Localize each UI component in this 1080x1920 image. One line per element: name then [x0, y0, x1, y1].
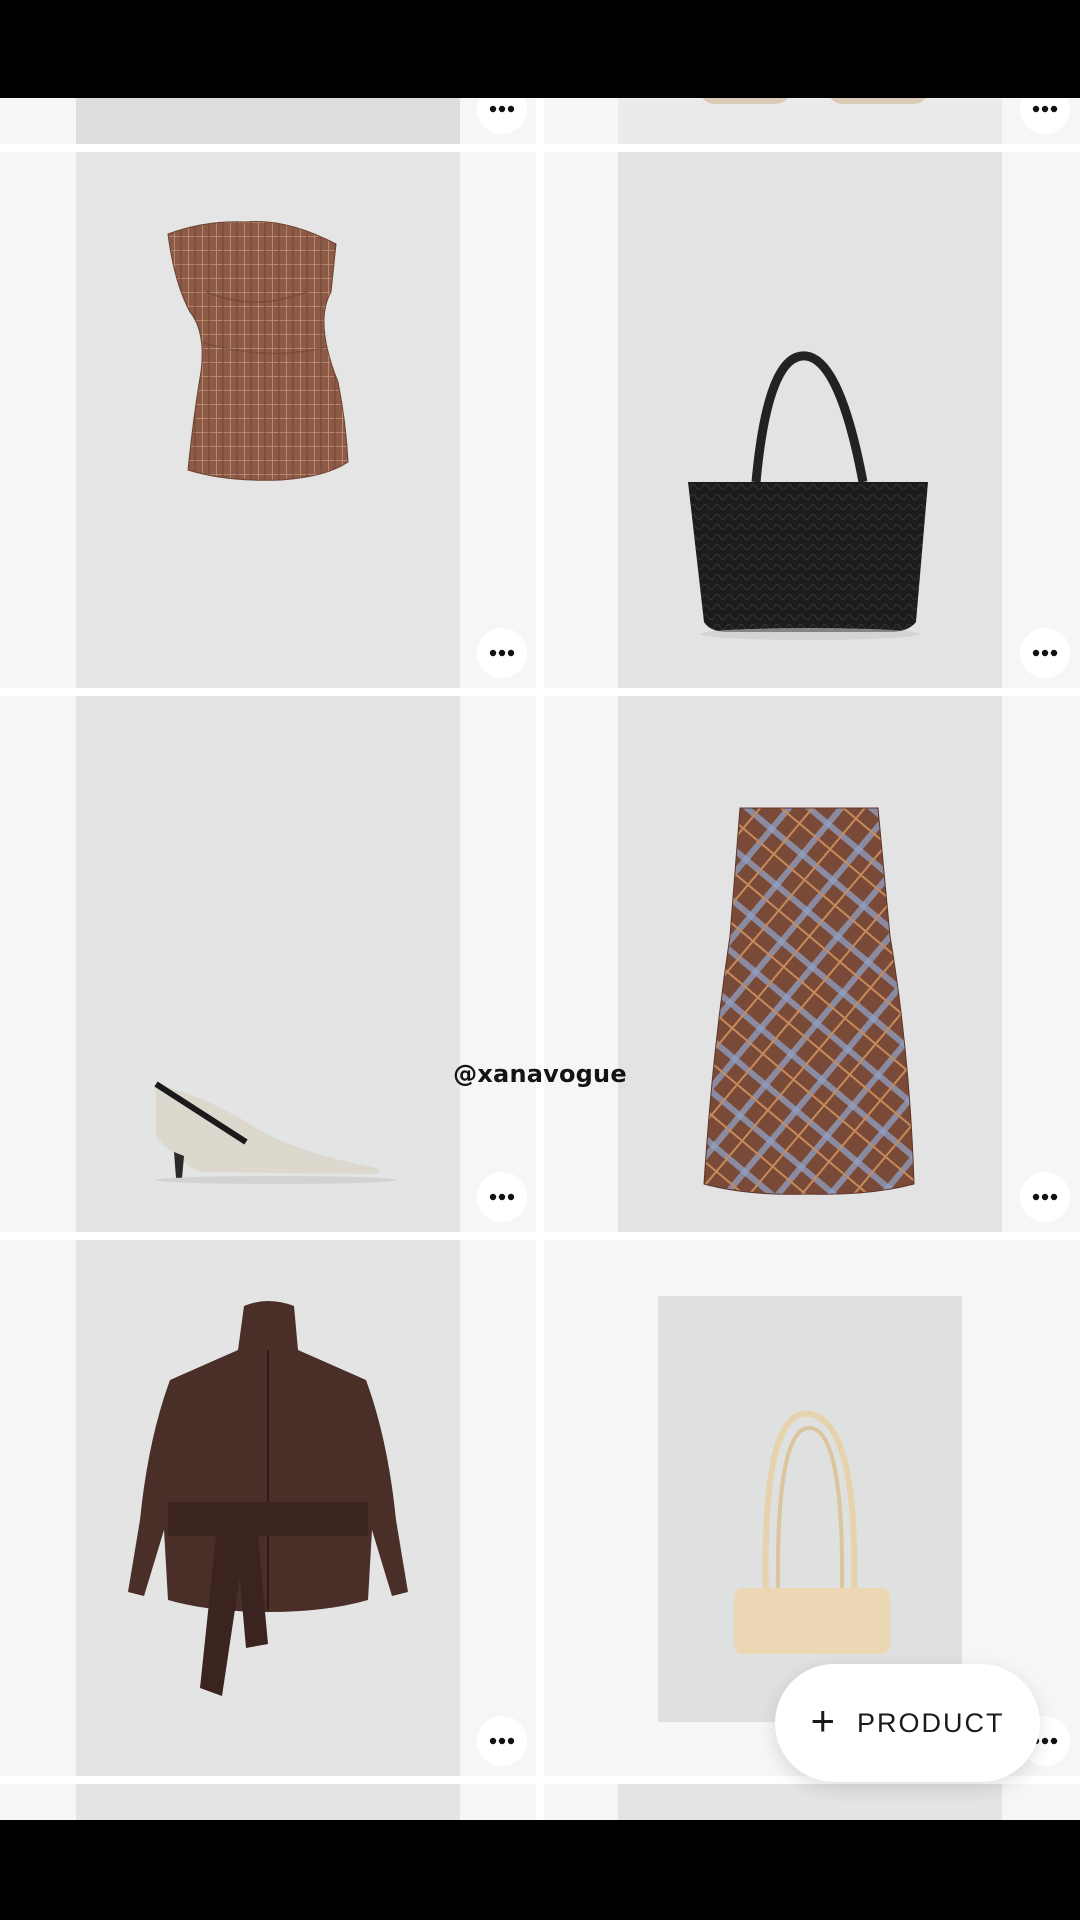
- product-partial-shape: [828, 98, 928, 104]
- more-dots-icon: [1032, 649, 1058, 657]
- more-dots-icon: [1032, 1193, 1058, 1201]
- more-options-button[interactable]: [477, 98, 527, 134]
- add-product-button[interactable]: + PRODUCT: [775, 1664, 1040, 1782]
- product-image: [618, 152, 1002, 688]
- product-image: [76, 152, 460, 688]
- product-image: [618, 696, 1002, 1232]
- product-image: [618, 1784, 1002, 1820]
- more-options-button[interactable]: [1020, 1172, 1070, 1222]
- product-card-partial-bottom-left[interactable]: [0, 1784, 536, 1820]
- plus-icon: +: [810, 1697, 836, 1744]
- product-card-partial-top-right[interactable]: [544, 98, 1080, 144]
- more-dots-icon: [489, 1737, 515, 1745]
- more-dots-icon: [489, 105, 515, 113]
- more-options-button[interactable]: [1020, 98, 1070, 134]
- product-image: [658, 1296, 962, 1722]
- product-card-skirt[interactable]: [544, 696, 1080, 1232]
- plaid-top-illustration: [167, 221, 349, 481]
- product-card-top[interactable]: [0, 152, 536, 688]
- product-image: [76, 1240, 460, 1776]
- more-options-button[interactable]: [477, 1716, 527, 1766]
- leather-jacket-illustration: [128, 1301, 408, 1696]
- product-card-partial-bottom-right[interactable]: [544, 1784, 1080, 1820]
- tote-bag-illustration: [688, 351, 928, 640]
- product-grid: @xanavogue: [0, 98, 1080, 1820]
- watermark-text: @xanavogue: [453, 1060, 627, 1088]
- product-image: [618, 98, 1002, 144]
- more-dots-icon: [1032, 105, 1058, 113]
- product-image: [76, 98, 460, 144]
- more-dots-icon: [489, 1193, 515, 1201]
- product-image: [76, 696, 460, 1232]
- more-options-button[interactable]: [477, 1172, 527, 1222]
- more-dots-icon: [489, 649, 515, 657]
- add-product-label: PRODUCT: [857, 1707, 1005, 1738]
- more-options-button[interactable]: [477, 628, 527, 678]
- product-card-partial-top-left[interactable]: [0, 98, 536, 144]
- navigation-bar: [0, 1820, 1080, 1920]
- product-card-tote[interactable]: [544, 152, 1080, 688]
- more-options-button[interactable]: [1020, 628, 1070, 678]
- plaid-skirt-illustration: [703, 807, 915, 1195]
- shoulder-bag-illustration: [734, 1410, 890, 1654]
- product-partial-shape: [700, 98, 790, 104]
- status-bar: [0, 0, 1080, 98]
- product-image: [76, 1784, 460, 1820]
- product-card-jacket[interactable]: [0, 1240, 536, 1776]
- product-card-pumps[interactable]: [0, 696, 536, 1232]
- pump-shoe-illustration: [154, 1081, 396, 1184]
